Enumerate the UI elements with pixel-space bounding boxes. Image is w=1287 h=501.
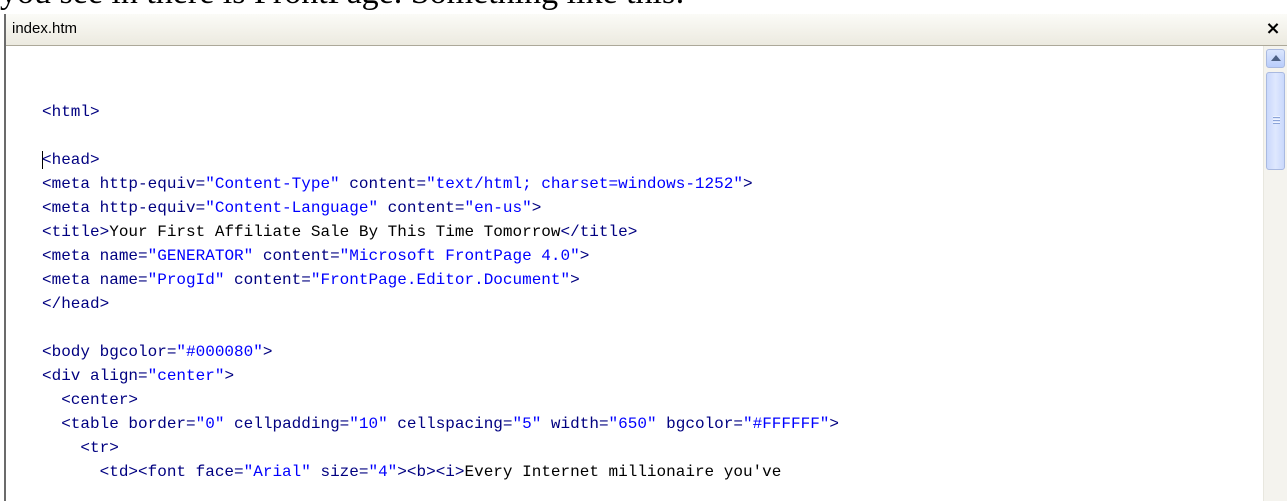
code-token: <tr> [80,439,119,457]
close-icon[interactable]: × [1263,19,1283,39]
code-line: <tr> [42,436,839,460]
code-token: <html> [42,103,100,121]
code-token: <meta [42,247,100,265]
code-token: <body [42,343,100,361]
code-line: <td><font face="Arial" size="4"><b><i>Ev… [42,460,839,484]
code-token: content= [224,271,311,289]
code-token: "Microsoft FrontPage 4.0" [339,247,580,265]
code-line: <head> [42,148,839,172]
code-token: > [224,367,235,385]
code-token: > [570,271,580,289]
code-token: name= [99,271,148,289]
code-token: > [262,343,273,361]
chevron-up-icon [1271,55,1281,61]
code-token: width= [541,415,609,433]
code-token: <center> [61,391,139,409]
code-token: > [531,199,542,217]
code-token: Your First Affiliate Sale By This Time T… [109,223,561,241]
code-line: <table border="0" cellpadding="10" cells… [42,412,839,436]
code-token: bgcolor= [656,415,743,433]
code-token: cellspacing= [387,415,513,433]
code-line: <title>Your First Affiliate Sale By This… [42,220,839,244]
scroll-thumb[interactable] [1266,72,1285,170]
grip-icon [1273,116,1280,125]
code-token: ><b><i> [397,463,465,481]
code-token: <meta [42,271,100,289]
code-lines: <html> <head> <meta http-equiv="Content-T… [42,100,839,484]
code-token: "ProgId" [147,271,225,289]
code-line: <html> [42,100,839,124]
scroll-up-button[interactable] [1266,49,1285,68]
code-token: "#FFFFFF" [742,415,830,433]
code-token: "GENERATOR" [147,247,254,265]
code-token: content= [339,175,427,193]
code-token: content= [378,199,465,217]
code-token: cellpadding= [224,415,350,433]
code-token: http-equiv= [99,199,206,217]
code-token: "650" [608,415,657,433]
document-tab-bar: index.htm × [6,14,1287,46]
code-line: </head> [42,292,839,316]
code-token: "center" [147,367,225,385]
document-tab-title[interactable]: index.htm [12,20,77,37]
code-token: "Content-Language" [205,199,379,217]
vertical-scrollbar[interactable] [1263,46,1287,501]
code-token: face= [195,463,244,481]
code-line: <meta http-equiv="Content-Type" content=… [42,172,839,196]
code-token: "Arial" [243,463,311,481]
code-token: <meta [42,175,100,193]
code-token: > [579,247,590,265]
code-token: > [829,415,840,433]
code-token: http-equiv= [99,175,206,193]
code-token: size= [310,463,369,481]
screenshot: you see in there is FrontPage. Something… [0,0,1287,501]
code-token: <td><font [99,463,196,481]
code-token: bgcolor= [99,343,177,361]
code-token: border= [128,415,196,433]
code-token: "0" [195,415,225,433]
code-token: <table [61,415,129,433]
code-token: content= [253,247,340,265]
code-line: <meta name="GENERATOR" content="Microsof… [42,244,839,268]
code-token: "4" [368,463,398,481]
code-token: "5" [512,415,542,433]
code-token: "text/html; charset=windows-1252" [426,175,743,193]
code-text-area[interactable]: <html> <head> <meta http-equiv="Content-T… [6,46,1263,501]
code-token: > [742,175,753,193]
code-editor-window: index.htm × <html> <head> <meta http-equi… [4,14,1287,501]
code-token: </head> [42,295,110,313]
code-token: </title> [560,223,638,241]
code-token: <title> [42,223,110,241]
code-token: "#000080" [176,343,263,361]
code-token: name= [99,247,148,265]
code-line: <body bgcolor="#000080"> [42,340,839,364]
code-token: <head> [42,151,100,169]
code-token: "FrontPage.Editor.Document" [310,271,571,289]
code-token: align= [90,367,148,385]
code-line: <meta name="ProgId" content="FrontPage.E… [42,268,839,292]
code-token: <div [42,367,91,385]
code-line: <meta http-equiv="Content-Language" cont… [42,196,839,220]
code-token: <meta [42,199,100,217]
code-token: "10" [349,415,388,433]
code-token: Every Internet millionaire you've [464,463,782,481]
code-token: "en-us" [464,199,532,217]
code-line: <div align="center"> [42,364,839,388]
code-line: <center> [42,388,839,412]
code-token: "Content-Type" [205,175,340,193]
background-page-text: you see in there is FrontPage. Something… [0,0,1287,14]
